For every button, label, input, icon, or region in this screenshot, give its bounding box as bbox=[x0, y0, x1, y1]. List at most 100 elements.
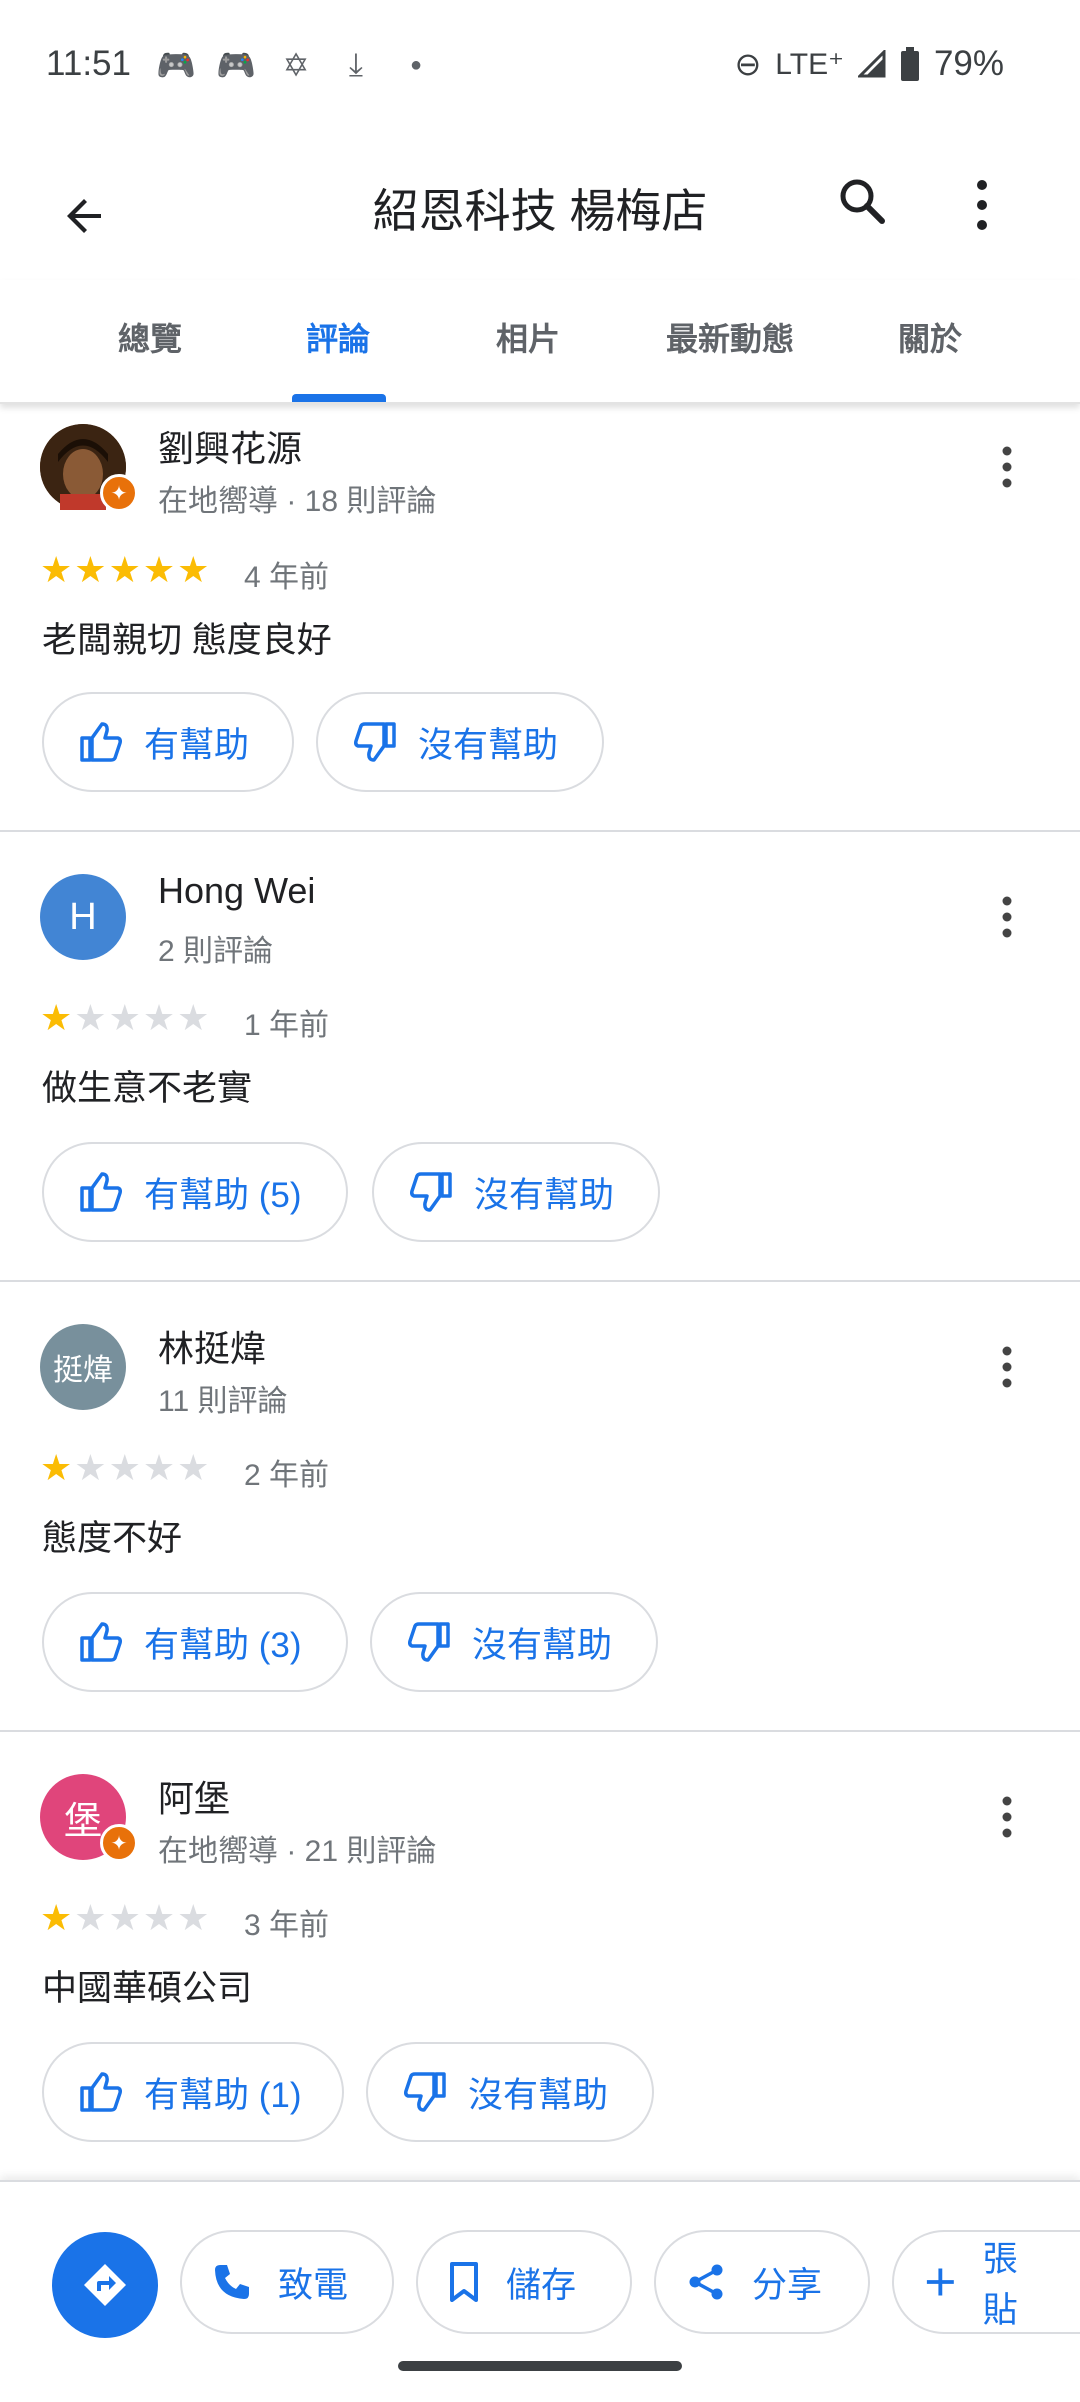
post-button[interactable]: 張貼 bbox=[892, 2230, 1080, 2334]
star-empty-icon: ★ bbox=[142, 1897, 176, 1938]
reviewer-name[interactable]: 劉興花源 bbox=[158, 420, 302, 472]
review-text: 做生意不老實 bbox=[42, 1069, 253, 1108]
star-filled-icon: ★ bbox=[177, 549, 210, 590]
avatar-initial: 挺煒 bbox=[53, 1354, 113, 1387]
star-empty-icon: ★ bbox=[142, 1447, 176, 1488]
review-more-button[interactable] bbox=[990, 1792, 1024, 1852]
star-rating: ★ ★ ★ ★ ★ bbox=[40, 1000, 209, 1036]
not-helpful-label: 沒有幫助 bbox=[468, 2075, 609, 2115]
not-helpful-label: 沒有幫助 bbox=[418, 725, 559, 765]
status-time: 11:51 bbox=[46, 44, 131, 83]
battery-percent: 79% bbox=[933, 44, 1004, 83]
star-filled-icon: ★ bbox=[40, 1447, 73, 1488]
not-helpful-button[interactable]: 沒有幫助 bbox=[372, 1142, 660, 1242]
tab-overview[interactable]: 總覽 bbox=[118, 314, 182, 360]
save-button[interactable]: 儲存 bbox=[416, 2230, 632, 2334]
reviewer-name[interactable]: 林挺煒 bbox=[158, 1320, 266, 1372]
star-filled-icon: ★ bbox=[108, 549, 141, 590]
helpful-label: 有幫助 (1) bbox=[144, 2075, 302, 2115]
star-empty-icon: ★ bbox=[177, 1447, 210, 1488]
review-more-button[interactable] bbox=[990, 442, 1024, 502]
system-icons: ⊖ LTE⁺ 79% bbox=[734, 44, 1004, 84]
star-filled-icon: ★ bbox=[40, 1897, 73, 1938]
review-date: 2 年前 bbox=[244, 1459, 330, 1492]
tab-updates[interactable]: 最新動態 bbox=[666, 314, 794, 360]
add-icon bbox=[926, 2268, 954, 2296]
notification-icons: 🎮 🎮 ✡ ⤓ ● bbox=[156, 46, 436, 84]
review-date: 1 年前 bbox=[244, 1009, 330, 1042]
local-guide-badge: ✦ bbox=[100, 1824, 138, 1862]
game-controller-icon: 🎮 bbox=[216, 47, 256, 83]
thumb-up-icon bbox=[80, 2072, 122, 2112]
helpful-label: 有幫助 (5) bbox=[144, 1175, 302, 1215]
home-indicator[interactable] bbox=[398, 2361, 682, 2371]
more-vert-icon bbox=[1002, 896, 1012, 938]
share-icon bbox=[689, 2264, 723, 2300]
avatar[interactable]: H bbox=[40, 874, 126, 960]
signal-icon bbox=[857, 50, 886, 78]
more-options-button[interactable] bbox=[972, 175, 1016, 245]
post-label: 張貼 bbox=[982, 2240, 1018, 2330]
tab-about[interactable]: 關於 bbox=[898, 314, 962, 360]
helpful-label: 有幫助 (3) bbox=[144, 1625, 302, 1665]
not-helpful-button[interactable]: 沒有幫助 bbox=[316, 692, 604, 792]
divider bbox=[0, 1730, 1080, 1732]
reviewer-meta: 在地嚮導 · 21 則評論 bbox=[158, 1835, 437, 1868]
more-vert-icon bbox=[977, 180, 987, 230]
star-filled-icon: ★ bbox=[74, 549, 107, 590]
helpful-label: 有幫助 bbox=[144, 725, 250, 765]
call-button[interactable]: 致電 bbox=[180, 2230, 394, 2334]
directions-icon bbox=[84, 2264, 126, 2306]
thumb-down-icon bbox=[354, 722, 396, 762]
thumb-up-icon bbox=[80, 1172, 122, 1212]
avatar-initial: H bbox=[69, 895, 97, 938]
do-not-disturb-icon: ⊖ bbox=[734, 46, 762, 82]
star-of-david-icon: ✡ bbox=[282, 47, 310, 83]
helpful-button[interactable]: 有幫助 (5) bbox=[42, 1142, 348, 1242]
review-more-button[interactable] bbox=[990, 1342, 1024, 1402]
share-button[interactable]: 分享 bbox=[654, 2230, 870, 2334]
page-title: 紹恩科技 楊梅店 bbox=[372, 185, 708, 237]
star-empty-icon: ★ bbox=[177, 997, 210, 1038]
not-helpful-button[interactable]: 沒有幫助 bbox=[366, 2042, 654, 2142]
reviewer-name[interactable]: 阿堡 bbox=[158, 1770, 230, 1822]
not-helpful-label: 沒有幫助 bbox=[474, 1175, 615, 1215]
star-filled-icon: ★ bbox=[40, 549, 73, 590]
avatar-initial: 堡 bbox=[63, 1800, 102, 1843]
search-icon bbox=[840, 179, 885, 224]
tab-bar: 總覽 評論 相片 最新動態 關於 bbox=[0, 280, 1080, 404]
divider bbox=[0, 1280, 1080, 1282]
search-button[interactable] bbox=[836, 175, 904, 243]
reviewer-name[interactable]: Hong Wei bbox=[158, 870, 315, 912]
call-label: 致電 bbox=[278, 2265, 349, 2305]
more-vert-icon bbox=[1002, 446, 1012, 488]
star-empty-icon: ★ bbox=[74, 1897, 107, 1938]
helpful-button[interactable]: 有幫助 (1) bbox=[42, 2042, 344, 2142]
star-rating: ★ ★ ★ ★ ★ bbox=[40, 1900, 209, 1936]
thumb-down-icon bbox=[408, 1622, 450, 1662]
helpful-button[interactable]: 有幫助 bbox=[42, 692, 294, 792]
download-icon: ⤓ bbox=[348, 46, 364, 82]
review-text: 中國華碩公司 bbox=[42, 1969, 253, 2008]
app-bar: 紹恩科技 楊梅店 bbox=[0, 135, 1080, 280]
reviewer-meta: 11 則評論 bbox=[158, 1385, 288, 1418]
review-date: 4 年前 bbox=[244, 561, 330, 594]
review-date: 3 年前 bbox=[244, 1909, 330, 1942]
not-helpful-button[interactable]: 沒有幫助 bbox=[370, 1592, 658, 1692]
tab-reviews[interactable]: 評論 bbox=[306, 314, 370, 360]
thumb-down-icon bbox=[410, 1172, 452, 1212]
active-tab-indicator bbox=[292, 394, 386, 402]
star-rating: ★ ★ ★ ★ ★ bbox=[40, 552, 209, 588]
helpful-button[interactable]: 有幫助 (3) bbox=[42, 1592, 348, 1692]
star-empty-icon: ★ bbox=[74, 997, 107, 1038]
review-more-button[interactable] bbox=[990, 892, 1024, 952]
divider bbox=[0, 830, 1080, 832]
local-guide-badge: ✦ bbox=[100, 474, 138, 512]
phone-icon bbox=[215, 2265, 249, 2299]
avatar[interactable]: 挺煒 bbox=[40, 1324, 126, 1410]
tab-photos[interactable]: 相片 bbox=[496, 314, 560, 360]
share-label: 分享 bbox=[752, 2265, 823, 2305]
directions-button[interactable] bbox=[52, 2232, 158, 2338]
bookmark-icon bbox=[450, 2262, 478, 2302]
game-controller-icon: 🎮 bbox=[156, 47, 196, 83]
